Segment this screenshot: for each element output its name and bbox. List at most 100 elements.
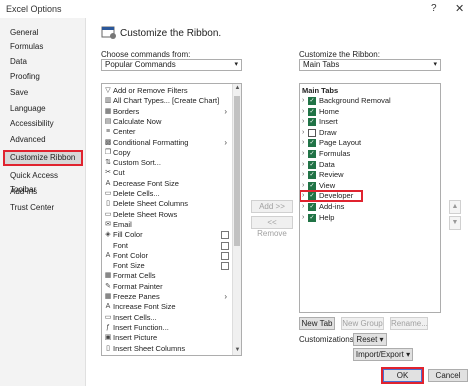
list-item[interactable]: ⇅ Custom Sort... [102, 158, 233, 168]
tree-item-developer[interactable]: › ✓ Developer [300, 190, 363, 203]
close-icon[interactable]: ✕ [455, 2, 464, 15]
nav-item-quick-access-toolbar[interactable]: Quick Access Toolbar [4, 169, 82, 194]
tree-item-data[interactable]: › ✓ Data [300, 160, 438, 170]
list-item[interactable]: ▭ Insert Cells... [102, 313, 233, 323]
move-up-icon[interactable]: ▲ [449, 200, 461, 214]
list-item[interactable]: ▣ Insert Picture [102, 333, 233, 343]
tree-item-view[interactable]: › ✓ View [300, 181, 438, 191]
checkbox[interactable]: ✓ [308, 160, 316, 169]
scroll-down-icon[interactable]: ▼ [233, 346, 241, 355]
list-item[interactable]: A Increase Font Size [102, 302, 233, 312]
list-item[interactable]: ▦ Format Cells [102, 271, 233, 281]
expand-icon[interactable]: › [302, 128, 304, 138]
list-item[interactable]: ▭ Delete Cells... [102, 189, 233, 199]
insert-columns-icon: ▯ [106, 344, 110, 352]
tree-item-help[interactable]: › ✓ Help [300, 213, 438, 223]
nav-item-advanced[interactable]: Advanced [4, 133, 82, 147]
customize-ribbon-dropdown[interactable]: Main Tabs ▾ [299, 59, 441, 71]
expand-icon[interactable]: › [302, 138, 304, 148]
tree-item-background-removal[interactable]: › ✓ Background Removal [300, 96, 438, 106]
nav-item-data[interactable]: Data [4, 55, 82, 69]
list-item[interactable]: ▦ Borders › [102, 107, 233, 117]
expand-icon[interactable]: › [302, 96, 304, 106]
nav-item-accessibility[interactable]: Accessibility [4, 117, 82, 131]
expand-icon[interactable]: › [302, 202, 304, 212]
rename-button[interactable]: Rename... [390, 317, 428, 330]
list-item-label: Fill Color [113, 230, 143, 240]
submenu-arrow-icon: › [224, 137, 227, 147]
list-item[interactable]: ◈ Fill Color [102, 230, 233, 240]
tree-item-page-layout[interactable]: › ✓ Page Layout [300, 138, 438, 148]
list-item[interactable]: ƒ Insert Function... [102, 323, 233, 333]
checkbox[interactable]: ✓ [308, 139, 316, 148]
tree-item-insert[interactable]: › ✓ Insert [300, 117, 438, 127]
expand-icon[interactable]: › [302, 107, 304, 117]
checkbox[interactable]: ✓ [308, 213, 316, 222]
ribbon-tabs-tree[interactable]: Main Tabs › ✓ Background Removal › ✓ Home › ✓ Ins… [299, 83, 441, 313]
checkbox[interactable]: ✓ [308, 150, 316, 158]
cancel-button[interactable]: Cancel [428, 369, 468, 382]
list-item[interactable]: Font [102, 241, 233, 251]
add-button[interactable]: Add >> [251, 200, 293, 213]
tree-item-draw[interactable]: › Draw [300, 128, 438, 138]
checkbox[interactable]: ✓ [308, 107, 316, 116]
expand-icon[interactable]: › [302, 191, 304, 201]
expand-icon[interactable]: › [302, 117, 304, 127]
tree-item-home[interactable]: › ✓ Home [300, 107, 438, 117]
checkbox[interactable]: ✓ [308, 181, 316, 190]
list-item[interactable]: ▥ All Chart Types... [Create Chart] [102, 96, 233, 106]
checkbox[interactable] [308, 128, 316, 137]
remove-button[interactable]: << Remove [251, 216, 293, 238]
list-item[interactable]: ▯ Insert Sheet Columns [102, 344, 233, 354]
commands-list[interactable]: ▯ Insert Sheet Columns ▣ Insert Picture ƒ Ins… [101, 83, 242, 356]
scroll-up-icon[interactable]: ▲ [233, 84, 241, 93]
expand-icon[interactable]: › [302, 160, 304, 170]
nav-item-trust-center[interactable]: Trust Center [4, 201, 82, 215]
nav-item-proofing[interactable]: Proofing [4, 70, 82, 84]
reset-button[interactable]: Reset ▾ [353, 333, 387, 346]
commands-scrollbar[interactable]: ▲ ▼ [232, 84, 241, 355]
ok-button[interactable]: OK [381, 367, 424, 384]
list-item[interactable]: ≡ Center [102, 127, 233, 137]
expand-icon[interactable]: › [302, 170, 304, 180]
list-item[interactable]: Font Size [102, 261, 233, 271]
title-bar: Excel Options ? ✕ [0, 0, 474, 18]
list-item[interactable]: ❐ Copy [102, 148, 233, 158]
list-item[interactable]: ▩ Conditional Formatting › [102, 138, 233, 148]
expand-icon[interactable]: › [302, 181, 304, 191]
new-tab-button[interactable]: New Tab [299, 317, 335, 330]
list-item[interactable]: ▽ Add or Remove Filters [102, 86, 233, 96]
nav-item-language[interactable]: Language [4, 102, 82, 116]
list-item[interactable]: ▭ Delete Sheet Rows [102, 210, 233, 220]
scroll-thumb[interactable] [234, 96, 240, 246]
nav-item-general[interactable]: General [4, 26, 82, 40]
nav-item-formulas[interactable]: Formulas [4, 40, 82, 54]
help-icon[interactable]: ? [431, 3, 437, 14]
choose-commands-dropdown[interactable]: Popular Commands ▾ [101, 59, 242, 71]
nav-item-customize-ribbon[interactable]: Customize Ribbon [3, 150, 83, 166]
expand-icon[interactable]: › [302, 213, 304, 223]
checkbox[interactable]: ✓ [308, 118, 316, 127]
import-export-button[interactable]: Import/Export ▾ [353, 348, 413, 361]
list-item[interactable]: ▯ Delete Sheet Columns [102, 199, 233, 209]
new-group-button[interactable]: New Group [341, 317, 384, 330]
nav-item-add-ins[interactable]: Add-ins [4, 185, 82, 199]
checkbox[interactable]: ✓ [308, 97, 316, 105]
checkbox[interactable]: ✓ [308, 192, 316, 201]
checkbox[interactable]: ✓ [308, 171, 316, 180]
tree-item-formulas[interactable]: › ✓ Formulas [300, 149, 438, 159]
list-item[interactable]: ✉ Email [102, 220, 233, 230]
list-item[interactable]: ✂ Cut [102, 168, 233, 178]
list-item[interactable]: A Font Color [102, 251, 233, 261]
move-down-icon[interactable]: ▼ [449, 216, 461, 230]
checkbox[interactable]: ✓ [308, 203, 316, 211]
list-item[interactable]: A Decrease Font Size [102, 179, 233, 189]
tree-item-add-ins[interactable]: › ✓ Add-ins [300, 202, 438, 212]
expand-icon[interactable]: › [302, 149, 304, 159]
list-item[interactable]: ▦ Freeze Panes › [102, 292, 233, 302]
list-item[interactable]: ▤ Calculate Now [102, 117, 233, 127]
list-item-label: Decrease Font Size [113, 178, 179, 188]
tree-item-review[interactable]: › ✓ Review [300, 170, 438, 180]
nav-item-save[interactable]: Save [4, 86, 82, 100]
list-item[interactable]: ✎ Format Painter [102, 282, 233, 292]
